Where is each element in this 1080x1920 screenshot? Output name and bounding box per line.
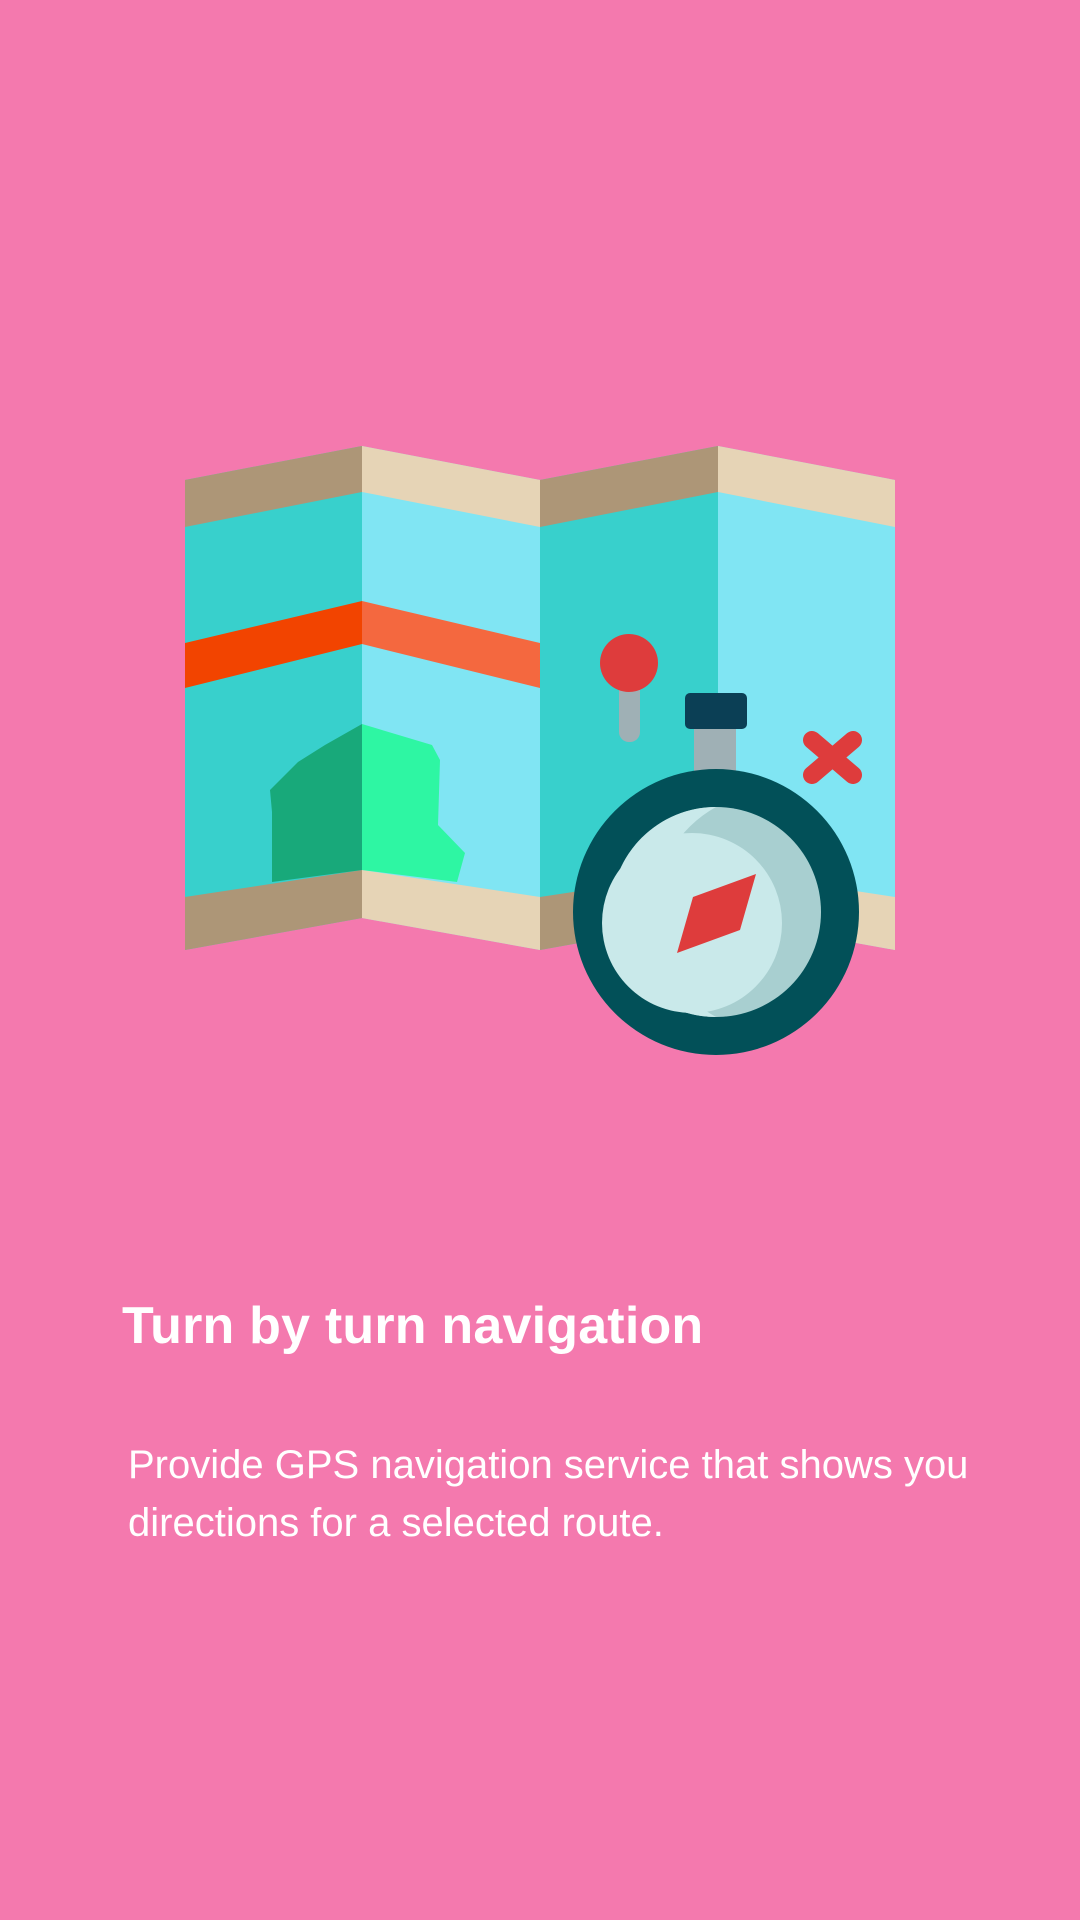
page-title: Turn by turn navigation [122,1297,704,1355]
page-description: Provide GPS navigation service that show… [128,1443,969,1545]
map-compass-illustration [185,446,895,1055]
